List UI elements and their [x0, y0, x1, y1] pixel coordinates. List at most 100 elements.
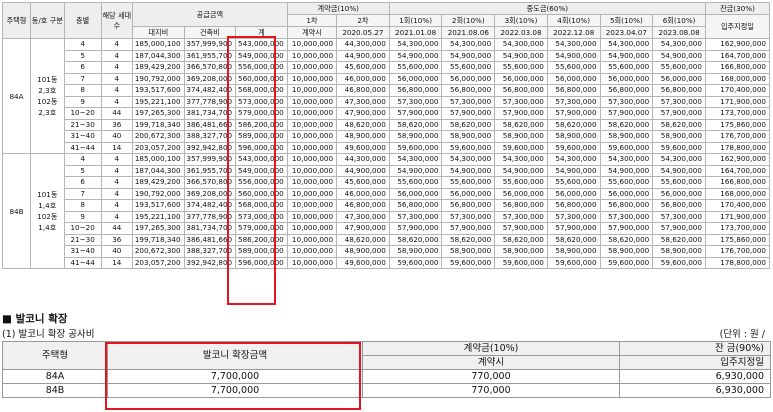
dong-cell: 101동 1,4호 102동 1,4호	[30, 153, 65, 269]
table-cell: 59,600,000	[388, 141, 443, 154]
table-row: 41~44 14 203,057,200 392,942,800 596,000,000…	[3, 141, 771, 154]
table-cell: 58,900,000	[546, 130, 601, 143]
table-cell: 57,900,000	[441, 107, 496, 120]
table-cell: 58,900,000	[599, 245, 654, 258]
table-row: 5 4 187,044,300 361,955,700 549,000,000 10,00…	[3, 49, 771, 62]
table-cell: 46,000,000	[336, 72, 390, 85]
table-cell: 58,620,000	[441, 118, 496, 131]
header-c1: 1차	[286, 14, 338, 27]
table-cell: 187,044,300	[132, 164, 185, 177]
table-cell: 4	[100, 199, 134, 212]
table-cell: 10,000,000	[286, 38, 338, 51]
table-cell: 175,860,000	[704, 233, 771, 246]
table-row: 10~20 44 197,265,300 381,734,700 579,000,000…	[3, 107, 771, 120]
table-cell: 168,000,000	[704, 72, 771, 85]
table-cell: 54,300,000	[652, 153, 706, 166]
table-cell: 57,300,000	[441, 95, 496, 108]
table-row: 21~30 36 199,718,340 386,481,660 586,200,000…	[3, 118, 771, 131]
table-cell: 200,672,300	[132, 245, 185, 258]
table-cell: 46,800,000	[336, 199, 390, 212]
header-m3-date: 2022.03.08	[494, 26, 548, 39]
balcony-header-amount: 발코니 확장금액	[107, 341, 363, 370]
table-cell: 56,000,000	[599, 187, 654, 200]
table-cell: 58,900,000	[652, 130, 706, 143]
table-cell: 187,044,300	[132, 49, 185, 62]
table-cell: 166,800,000	[704, 61, 771, 74]
table-cell: 10,000,000	[286, 72, 338, 85]
balcony-balance-cell: 6,930,000	[619, 369, 771, 384]
table-cell: 10,000,000	[286, 222, 338, 235]
balcony-header-type: 주택형	[2, 341, 108, 370]
table-row: 10~20 44 197,265,300 381,734,700 579,000,000…	[3, 222, 771, 235]
table-cell: 195,221,100	[132, 210, 185, 223]
header-m4: 4회(10%)	[546, 14, 601, 27]
table-cell: 55,600,000	[441, 61, 496, 74]
table-cell: 4	[100, 49, 134, 62]
table-cell: 48,620,000	[336, 233, 390, 246]
table-row: 84B 101동 1,4호 102동 1,4호 4 4 185,000,100 357,9…	[1, 153, 771, 269]
table-cell: 189,429,200	[132, 61, 185, 74]
table-cell: 361,955,700	[183, 49, 237, 62]
total-price-cell: 586,200,000	[235, 118, 288, 131]
table-cell: 168,000,000	[704, 187, 771, 200]
header-m6-date: 2023.08.08	[652, 26, 706, 39]
table-cell: 47,900,000	[336, 222, 390, 235]
table-cell: 55,600,000	[494, 176, 548, 189]
table-cell: 57,300,000	[546, 95, 601, 108]
table-cell: 56,800,000	[599, 199, 654, 212]
total-price-cell: 556,000,000	[235, 61, 288, 74]
table-cell: 56,000,000	[388, 72, 443, 85]
table-cell: 58,620,000	[388, 118, 443, 131]
header-c1-sub: 계약시	[286, 26, 338, 39]
table-cell: 10,000,000	[286, 153, 338, 166]
table-cell: 58,620,000	[546, 118, 601, 131]
table-cell: 386,481,660	[183, 118, 237, 131]
table-cell: 374,482,400	[183, 199, 237, 212]
table-row: 84A 101동 2,3호 102동 2,3호 4 4 185,000,100 357,9…	[1, 38, 771, 154]
table-cell: 58,620,000	[599, 118, 654, 131]
table-row: 84A 7,700,000 770,000 6,930,000	[2, 369, 771, 384]
table-cell: 55,600,000	[388, 176, 443, 189]
table-cell: 6	[63, 61, 102, 74]
table-cell: 21~30	[63, 118, 102, 131]
table-cell: 361,955,700	[183, 164, 237, 177]
table-cell: 8	[63, 199, 102, 212]
table-cell: 21~30	[63, 233, 102, 246]
header-total: 계	[235, 26, 288, 39]
table-cell: 45,600,000	[336, 61, 390, 74]
table-cell: 175,860,000	[704, 118, 771, 131]
table-cell: 56,800,000	[494, 84, 548, 97]
table-cell: 166,800,000	[704, 176, 771, 189]
total-price-cell: 573,000,000	[235, 210, 288, 223]
table-cell: 14	[100, 141, 134, 154]
balcony-type-cell: 84B	[2, 383, 108, 398]
table-cell: 58,900,000	[388, 130, 443, 143]
table-cell: 388,327,700	[183, 245, 237, 258]
total-price-cell: 556,000,000	[235, 176, 288, 189]
total-price-cell: 589,000,000	[235, 130, 288, 143]
type-cell: 84B	[1, 153, 32, 269]
table-cell: 392,942,800	[183, 141, 237, 154]
table-cell: 377,778,900	[183, 210, 237, 223]
table-cell: 55,600,000	[599, 61, 654, 74]
header-middle: 중도금(60%)	[388, 2, 706, 15]
header-m5-date: 2023.04.07	[599, 26, 654, 39]
table-row: 21~30 36 199,718,340 386,481,660 586,200,000…	[3, 233, 771, 246]
table-cell: 44,300,000	[336, 153, 390, 166]
table-cell: 4	[100, 38, 134, 51]
table-cell: 59,600,000	[441, 256, 496, 269]
table-cell: 56,000,000	[388, 187, 443, 200]
table-cell: 4	[100, 187, 134, 200]
table-cell: 4	[63, 153, 102, 166]
table-cell: 4	[100, 210, 134, 223]
table-cell: 56,800,000	[388, 84, 443, 97]
table-cell: 57,900,000	[652, 107, 706, 120]
table-cell: 56,800,000	[388, 199, 443, 212]
header-building: 건축비	[183, 26, 237, 39]
table-cell: 57,300,000	[494, 95, 548, 108]
table-cell: 56,000,000	[546, 72, 601, 85]
table-cell: 162,900,000	[704, 153, 771, 166]
table-cell: 47,300,000	[336, 95, 390, 108]
table-cell: 54,300,000	[546, 153, 601, 166]
header-floor: 층별	[63, 2, 102, 39]
